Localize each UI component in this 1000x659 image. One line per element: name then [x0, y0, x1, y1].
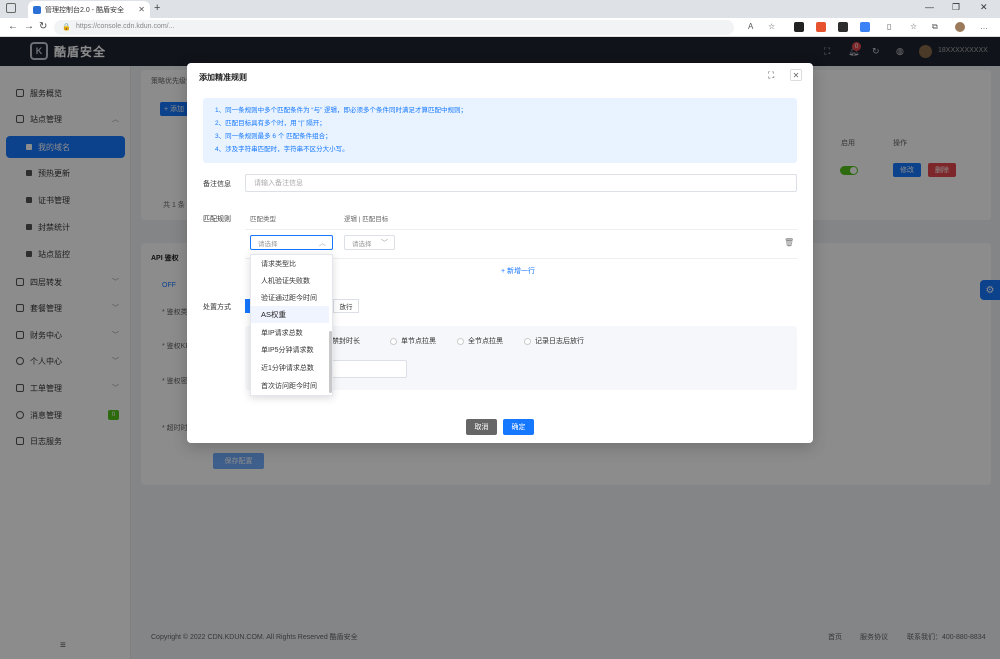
match-type-placeholder: 请选择: [258, 240, 278, 248]
browser-tab[interactable]: 管理控制台2.0 - 酷盾安全 ✕: [28, 1, 150, 18]
action-label: 处置方式: [203, 304, 231, 311]
remark-label: 备注信息: [203, 181, 231, 188]
extension-icon[interactable]: [860, 22, 870, 32]
dropdown-option[interactable]: 验证通过距今时间: [251, 289, 329, 306]
remark-input[interactable]: 请输入备注信息: [245, 174, 797, 192]
new-tab-icon[interactable]: +: [154, 2, 160, 14]
dropdown-option[interactable]: 近1分钟请求总数: [251, 359, 329, 376]
radio-single-node-block[interactable]: 单节点拉黑: [390, 336, 436, 346]
favorites-icon[interactable]: ☆: [910, 22, 917, 31]
add-row-button[interactable]: + 新增一行: [501, 266, 535, 276]
confirm-button[interactable]: 确定: [503, 419, 534, 435]
close-icon[interactable]: ✕: [790, 69, 802, 81]
tip-line: 2、匹配目标具有多个时，用 “|” 隔开；: [215, 120, 326, 127]
cancel-button[interactable]: 取消: [466, 419, 497, 435]
rule-tips: 1、同一条规则中多个匹配条件为 “与” 逻辑，即必须多个条件同时满足才算匹配中规…: [203, 98, 797, 163]
radio-label: 全节点拉黑: [468, 338, 503, 345]
ban-duration-input[interactable]: [327, 360, 407, 378]
browser-address-bar: ← → ↻ 🔒 https://console.cdn.kdun.com/...…: [0, 18, 1000, 37]
extension-icon[interactable]: [838, 22, 848, 32]
divider: [245, 229, 797, 230]
dropdown-option[interactable]: 单IP请求总数: [251, 324, 329, 341]
read-aloud-icon[interactable]: A: [748, 22, 753, 31]
refresh-icon[interactable]: ↻: [39, 21, 47, 32]
col-logic-target: 逻辑 | 匹配目标: [344, 216, 389, 223]
dropdown-option[interactable]: 人机验证失败数: [251, 272, 329, 289]
browser-tab-bar: 管理控制台2.0 - 酷盾安全 ✕ + — ❐ ✕: [0, 0, 1000, 18]
radio-ban-duration[interactable]: 禁封时长: [332, 336, 360, 346]
tip-line: 3、同一条规则最多 6 个 匹配条件组合；: [215, 133, 332, 140]
radio-all-node-block[interactable]: 全节点拉黑: [457, 336, 503, 346]
url-input[interactable]: 🔒 https://console.cdn.kdun.com/...: [54, 20, 734, 35]
radio-circle: [524, 337, 531, 345]
back-icon[interactable]: ←: [8, 21, 18, 32]
radio-label: 单节点拉黑: [401, 338, 436, 345]
dropdown-option[interactable]: 首次访问距今时间: [251, 377, 329, 394]
dropdown-scrollbar[interactable]: [329, 331, 332, 393]
maximize-icon[interactable]: ❐: [952, 2, 960, 13]
favorite-star-icon[interactable]: ☆: [768, 22, 775, 31]
tip-line: 4、涉及字符串匹配时，字符串不区分大小写。: [215, 146, 349, 153]
url-text: https://console.cdn.kdun.com/...: [76, 23, 175, 30]
dialog-title: 添加精准规则: [199, 73, 247, 82]
match-type-select[interactable]: 请选择 ︿: [250, 235, 333, 250]
extension-icon[interactable]: [816, 22, 826, 32]
close-tab-icon[interactable]: ✕: [138, 5, 145, 14]
chevron-down-icon: ﹀: [381, 239, 388, 247]
collections-icon[interactable]: ⧉: [932, 22, 938, 32]
match-rule-label: 匹配规则: [203, 216, 231, 223]
match-type-dropdown: 请求类型比 人机验证失败数 验证通过距今时间 AS权重 单IP请求总数 单IP5…: [250, 254, 333, 396]
action-release-button[interactable]: 放行: [333, 299, 359, 313]
logic-placeholder: 请选择: [352, 240, 372, 248]
dropdown-option[interactable]: 单IP5分钟请求数: [251, 341, 329, 358]
tab-actions-icon[interactable]: [6, 3, 16, 13]
minimize-icon[interactable]: —: [925, 2, 934, 12]
radio-label: 禁封时长: [332, 338, 360, 345]
tip-line: 1、同一条规则中多个匹配条件为 “与” 逻辑，即必须多个条件同时满足才算匹配中规…: [215, 107, 468, 114]
trash-icon[interactable]: 🗑︎: [784, 238, 794, 247]
dropdown-option-hovered[interactable]: AS权重: [251, 306, 329, 323]
col-match-type: 匹配类型: [250, 216, 276, 223]
site-favicon-icon: [33, 5, 41, 14]
logic-select[interactable]: 请选择 ﹀: [344, 235, 395, 250]
radio-circle: [457, 337, 464, 345]
profile-avatar-icon[interactable]: [955, 22, 965, 32]
fullscreen-icon[interactable]: ⛶: [768, 70, 774, 81]
radio-log-release[interactable]: 记录日志后放行: [524, 336, 584, 346]
split-screen-icon[interactable]: ▯: [887, 22, 891, 31]
forward-icon[interactable]: →: [24, 21, 34, 32]
chevron-up-icon: ︿: [319, 239, 326, 247]
lock-icon: 🔒: [62, 24, 71, 31]
dropdown-option[interactable]: 请求类型比: [251, 255, 329, 272]
tab-title: 管理控制台2.0 - 酷盾安全: [45, 6, 124, 14]
close-window-icon[interactable]: ✕: [980, 2, 988, 13]
radio-label: 记录日志后放行: [535, 338, 584, 345]
more-menu-icon[interactable]: …: [980, 22, 988, 31]
radio-circle: [390, 337, 397, 345]
extension-icon[interactable]: [794, 22, 804, 32]
